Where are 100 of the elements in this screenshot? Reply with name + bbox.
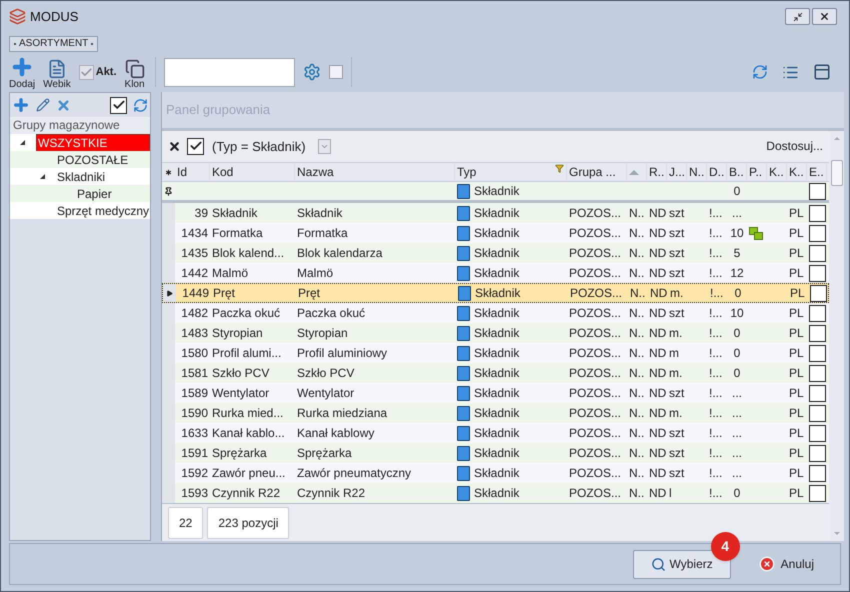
- table-row[interactable]: 1482 Paczka okuć Paczka okuć Składnik POZOS... N.. ND szt !... 10 PL: [162, 303, 829, 324]
- row-checkbox[interactable]: [809, 364, 826, 382]
- book-icon: [457, 184, 470, 199]
- column-header[interactable]: B..: [727, 162, 747, 182]
- tree-item[interactable]: Skladniki: [56, 168, 106, 184]
- table-row[interactable]: 39 Składnik Składnik Składnik POZOS... N.. ND szt !... ... PL: [162, 203, 829, 224]
- column-header[interactable]: Typ: [455, 162, 567, 182]
- column-header[interactable]: K..: [787, 162, 807, 182]
- table-cell-text: Składnik: [474, 365, 520, 382]
- active-label: Akt.: [96, 64, 117, 80]
- table-row[interactable]: 1592 Zawór pneu... Zawór pneumatyczny Składnik POZOS... N.. ND szt !... ... PL: [162, 463, 829, 484]
- filter-checkbox[interactable]: [187, 138, 204, 155]
- option-checkbox[interactable]: [328, 65, 343, 79]
- table-cell-text: PL: [789, 445, 804, 462]
- table-cell-text: Zawór pneumatyczny: [297, 465, 412, 482]
- row-count: 22: [168, 506, 204, 539]
- table-cell-text: Składnik: [475, 285, 520, 302]
- column-header[interactable]: Kod: [210, 162, 295, 182]
- table-cell-text: szt: [669, 205, 684, 222]
- section-tab[interactable]: ASORTYMENT: [9, 36, 98, 52]
- show-all-checkbox[interactable]: [110, 96, 127, 114]
- copy-button[interactable]: Klon: [124, 53, 145, 91]
- expanded-icon[interactable]: [40, 174, 44, 179]
- customize-link[interactable]: Dostosuj...: [766, 137, 823, 156]
- book-icon: [457, 486, 470, 501]
- row-checkbox[interactable]: [809, 304, 826, 322]
- table-cell-text: POZOS...: [569, 325, 622, 342]
- column-header[interactable]: Nazwa: [295, 162, 455, 182]
- search-field[interactable]: [164, 58, 295, 86]
- add-icon: [12, 96, 30, 114]
- table-cell-text: !...: [709, 205, 722, 222]
- table-row[interactable]: 1483 Styropian Styropian Składnik POZOS... N.. ND m. !... 0 PL: [162, 323, 829, 344]
- row-checkbox[interactable]: [809, 204, 826, 222]
- table-cell-text: PL: [789, 205, 804, 222]
- row-checkbox[interactable]: [809, 444, 826, 462]
- table-cell-text: POZOS...: [569, 305, 622, 322]
- select-button[interactable]: Wybierz: [632, 550, 731, 578]
- table-cell-text: ND: [649, 345, 666, 362]
- table-cell-text: PL: [789, 425, 804, 442]
- table-cell-text: 0: [734, 285, 742, 302]
- column-header[interactable]: K..: [767, 162, 787, 182]
- table-cell-text: 1580: [181, 345, 208, 362]
- table-row[interactable]: 1591 Sprężarka Sprężarka Składnik POZOS... N.. ND szt !... ... PL: [162, 443, 829, 464]
- tree-item[interactable]: WSZYSTKIE: [36, 134, 150, 152]
- column-header[interactable]: N..: [687, 162, 707, 182]
- row-checkbox[interactable]: [809, 182, 826, 200]
- table-row[interactable]: 1449 Pręt Pręt Składnik POZOS... N.. ND m. !... 0 PL: [162, 283, 829, 304]
- close-button[interactable]: [812, 8, 837, 25]
- column-header[interactable]: Id: [175, 162, 210, 182]
- table-cell-text: Składnik: [474, 405, 520, 422]
- row-checkbox[interactable]: [809, 344, 826, 362]
- table-cell-text: Styropian: [212, 325, 263, 342]
- column-header[interactable]: E..: [807, 162, 827, 182]
- row-checkbox[interactable]: [810, 284, 827, 302]
- table-cell-text: N..: [629, 445, 644, 462]
- column-header[interactable]: D..: [707, 162, 727, 182]
- table-row[interactable]: 1589 Wentylator Wentylator Składnik POZOS... N.. ND szt !... ... PL: [162, 383, 829, 404]
- table-row[interactable]: 1580 Profil alumi... Profil aluminiowy Składnik POZOS... N.. ND m !... 0 PL: [162, 343, 829, 364]
- restore-button[interactable]: [785, 8, 810, 25]
- cancel-button[interactable]: Anuluj: [758, 555, 814, 573]
- column-header[interactable]: J...: [667, 162, 687, 182]
- row-checkbox[interactable]: [809, 484, 826, 502]
- table-cell-text: POZOS...: [569, 345, 622, 362]
- table-row[interactable]: 1633 Kanał kablo... Kanał kablowy Składnik POZOS... N.. ND szt !... ... PL: [162, 423, 829, 444]
- tree-item[interactable]: Sprzęt medyczny: [56, 202, 150, 218]
- row-checkbox[interactable]: [809, 424, 826, 442]
- row-checkbox[interactable]: [809, 224, 826, 242]
- table-cell-text: !...: [709, 365, 722, 382]
- row-checkbox[interactable]: [809, 464, 826, 482]
- edit-icon: [36, 98, 50, 112]
- table-cell-text: Składnik: [212, 205, 258, 222]
- pin-icon: [164, 186, 173, 196]
- add-button[interactable]: Dodaj: [9, 53, 36, 91]
- book-icon: [457, 326, 470, 341]
- table-cell-text: 0: [734, 325, 740, 342]
- expanded-icon[interactable]: [20, 140, 24, 145]
- table-row[interactable]: 1590 Rurka mied... Rurka miedziana Składnik POZOS... N.. ND m. !... ... PL: [162, 403, 829, 424]
- table-cell-text: POZOS...: [569, 425, 622, 442]
- column-header[interactable]: R..: [647, 162, 667, 182]
- table-row[interactable]: 1593 Czynnik R22 Czynnik R22 Składnik POZOS... N.. ND l !... 0 PL: [162, 483, 829, 504]
- table-cell-text: N..: [629, 325, 644, 342]
- row-checkbox[interactable]: [809, 264, 826, 282]
- row-checkbox[interactable]: [809, 244, 826, 262]
- table-row[interactable]: 1435 Blok kalend... Blok kalendarza Składnik POZOS... N.. ND szt !... 5 PL: [162, 243, 829, 264]
- table-row[interactable]: 1442 Malmö Malmö Składnik POZOS... N.. ND szt !... 12 PL: [162, 263, 829, 284]
- book-icon: [457, 266, 470, 281]
- column-header[interactable]: P..: [747, 162, 767, 182]
- row-checkbox[interactable]: [809, 404, 826, 422]
- table-row[interactable]: 1434 Formatka Formatka Składnik POZOS... N.. ND szt !... 10 PL: [162, 223, 829, 244]
- table-row[interactable]: 1581 Szkło PCV Szkło PCV Składnik POZOS... N.. ND m. !... 0 PL: [162, 363, 829, 384]
- table-cell-text: Składnik: [474, 205, 520, 222]
- table-cell-text: !...: [709, 425, 722, 442]
- column-header[interactable]: Grupa ...: [567, 162, 627, 182]
- doc-button[interactable]: Webik: [43, 53, 71, 91]
- table-cell-text: Pręt: [298, 285, 320, 302]
- row-checkbox[interactable]: [809, 384, 826, 402]
- table-cell-text: Składnik: [474, 325, 520, 342]
- table-cell-text: !...: [709, 345, 722, 362]
- scrollbar[interactable]: [829, 131, 844, 541]
- row-checkbox[interactable]: [809, 324, 826, 342]
